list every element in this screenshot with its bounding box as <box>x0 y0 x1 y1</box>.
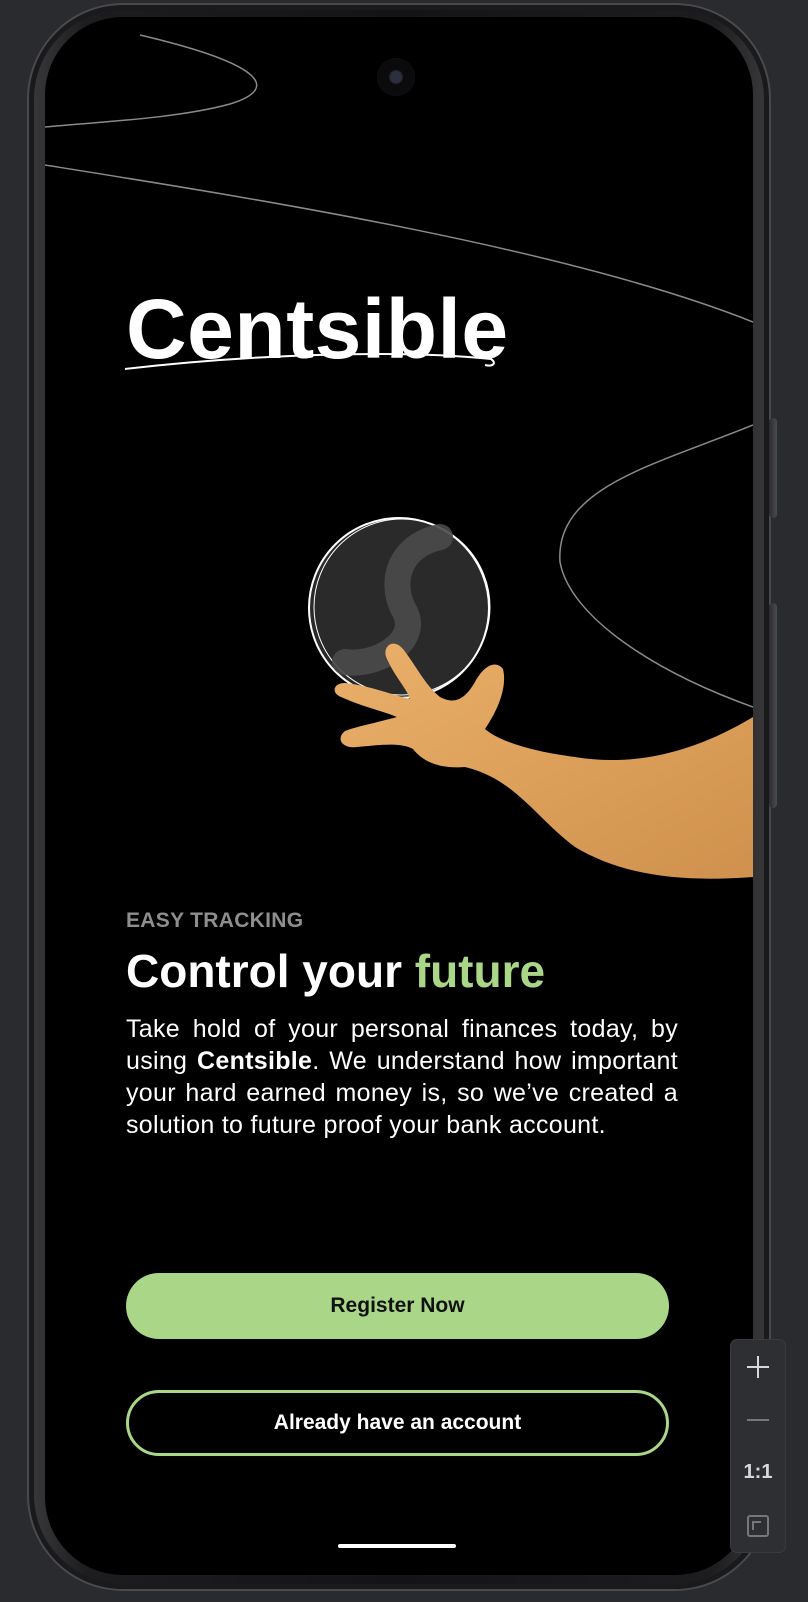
description-brand: Centsible <box>197 1047 313 1075</box>
register-now-button[interactable]: Register Now <box>126 1273 669 1339</box>
front-camera <box>378 59 414 95</box>
app-screen: Centsible EASY TRACKING Control your fut… <box>45 17 753 1575</box>
fit-screen-icon[interactable] <box>731 1500 785 1552</box>
emulator-stage: Centsible EASY TRACKING Control your fut… <box>0 0 808 1602</box>
already-have-account-button[interactable]: Already have an account <box>126 1390 669 1456</box>
background-illustration <box>45 34 753 879</box>
section-eyebrow: EASY TRACKING <box>126 909 304 932</box>
home-indicator[interactable] <box>338 1544 456 1548</box>
headline-accent-text: future <box>414 945 546 997</box>
headline-text: Control your <box>126 945 415 997</box>
plus-icon[interactable] <box>731 1341 785 1393</box>
power-button <box>769 603 777 808</box>
onboarding-headline: Control your future <box>126 946 545 997</box>
minus-icon[interactable] <box>731 1394 785 1446</box>
decorative-curve-right <box>559 424 753 708</box>
brand-logo-title: Centsible <box>126 282 509 376</box>
volume-button <box>769 418 777 518</box>
decorative-curve-top <box>45 34 258 128</box>
zoom-controls: 1:1 <box>731 1340 785 1552</box>
onboarding-description: Take hold of your personal finances toda… <box>126 1013 678 1141</box>
actual-size-button[interactable]: 1:1 <box>731 1447 785 1499</box>
